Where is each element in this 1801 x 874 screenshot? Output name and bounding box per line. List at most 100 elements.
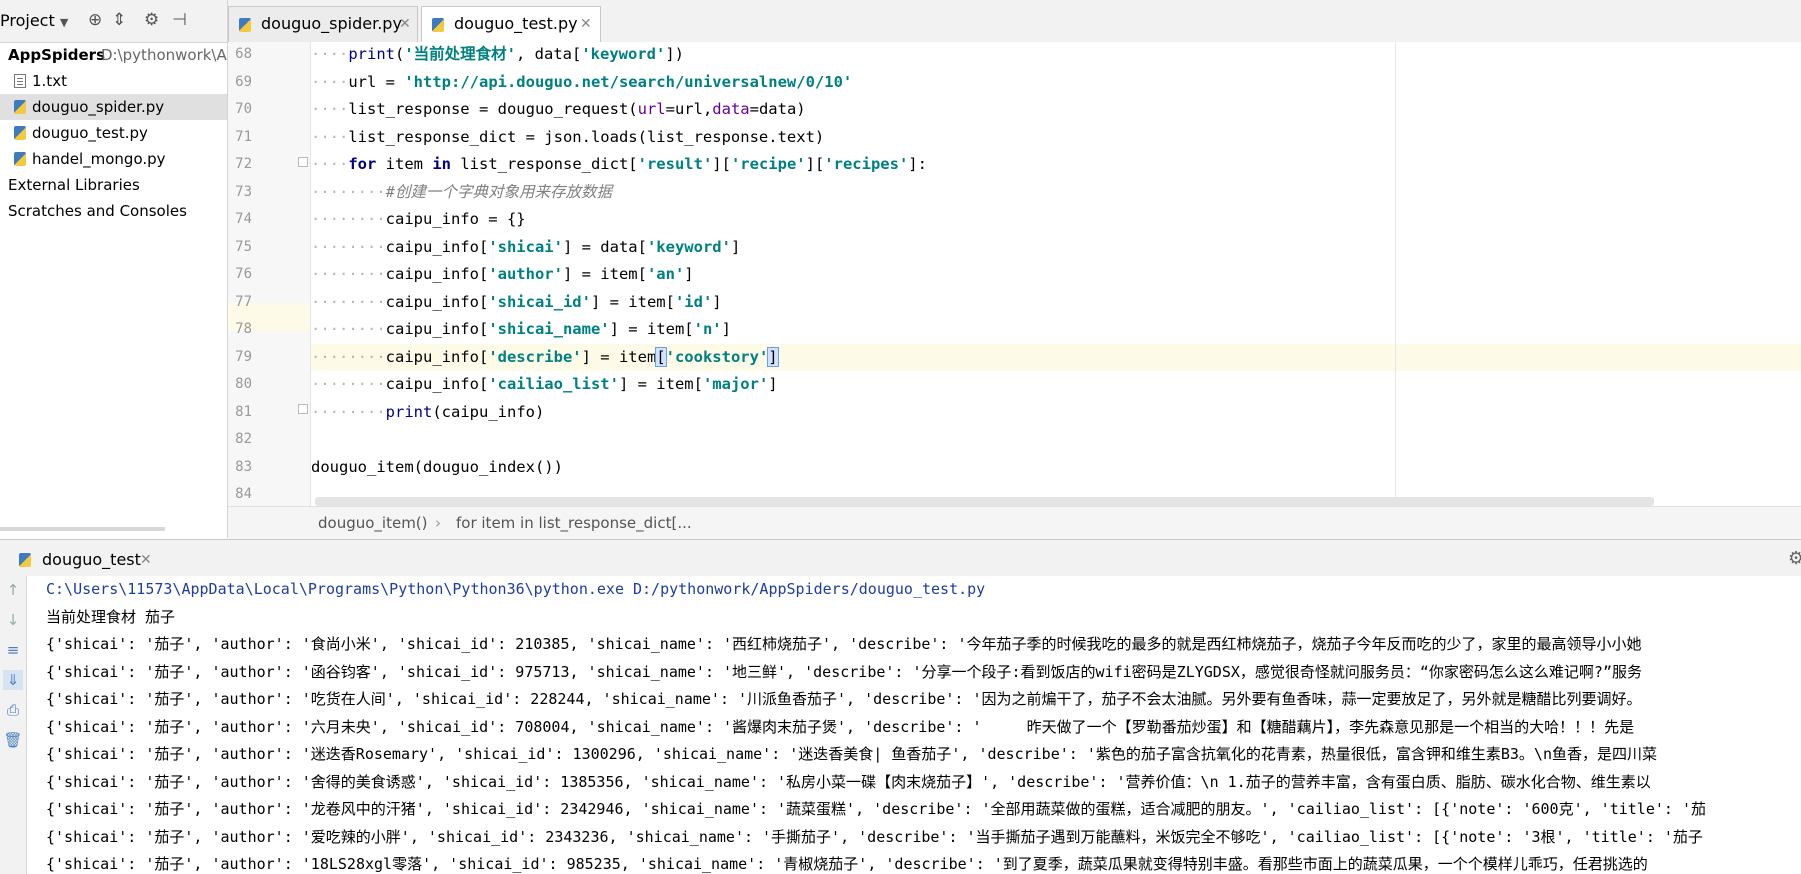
- fold-marker-icon[interactable]: [298, 404, 308, 414]
- line-number: 77: [235, 293, 252, 310]
- project-title: Project: [0, 11, 55, 30]
- line-number: 72: [235, 156, 252, 172]
- tree-item-label: Scratches and Consoles: [8, 202, 187, 220]
- run-panel-header: douguo_test ✕ ⚙: [0, 539, 1801, 577]
- matched-bracket: [: [655, 346, 667, 367]
- line-number: 75: [235, 238, 252, 255]
- gear-icon[interactable]: ⚙: [144, 10, 159, 30]
- line-number: 83: [235, 458, 252, 475]
- close-icon[interactable]: ✕: [399, 7, 411, 41]
- python-file-icon: [432, 18, 444, 32]
- code-line-73: ········#创建一个字典对象用来存放数据: [311, 182, 612, 201]
- collapse-all-icon[interactable]: ⇕: [112, 10, 126, 30]
- console-line: {'shicai': '茄子', 'author': '舍得的美食诱惑', 's…: [46, 772, 1651, 791]
- code-line-68: ····print('当前处理食材', data['keyword']): [311, 45, 685, 63]
- soft-wrap-icon[interactable]: ≡: [3, 640, 23, 660]
- text-file-icon: [14, 74, 26, 88]
- arrow-up-icon[interactable]: ↑: [3, 580, 23, 600]
- console-line: {'shicai': '茄子', 'author': '函谷钧客', 'shic…: [46, 662, 1642, 681]
- tree-root-appspiders[interactable]: AppSpiders D:\pythonwork\A: [0, 42, 227, 68]
- python-file-icon: [14, 126, 26, 140]
- project-panel-header: Project ▼ ⊕ ⇕ ⚙ ⊣: [0, 0, 227, 43]
- line-number: 82: [235, 431, 252, 447]
- print-icon[interactable]: ⎙: [3, 700, 23, 720]
- python-file-icon: [19, 553, 31, 567]
- line-number: 69: [235, 73, 252, 90]
- close-icon[interactable]: ✕: [140, 548, 152, 572]
- console-line: {'shicai': '茄子', 'author': '爱吃辣的小胖', 'sh…: [46, 827, 1703, 846]
- console-line: 当前处理食材 茄子: [46, 607, 176, 626]
- line-number: 81: [235, 403, 252, 420]
- project-panel: Project ▼ ⊕ ⇕ ⚙ ⊣ AppSpiders D:\pythonwo…: [0, 0, 228, 538]
- breadcrumb: douguo_item() › for item in list_respons…: [228, 506, 1801, 539]
- fold-marker-icon[interactable]: [298, 157, 308, 167]
- console-line: {'shicai': '茄子', 'author': '迷迭香Rosemary'…: [46, 745, 1657, 763]
- python-file-icon: [239, 18, 251, 32]
- console-line: C:\Users\11573\AppData\Local\Programs\Py…: [46, 580, 986, 598]
- gear-icon[interactable]: ⚙: [1788, 548, 1801, 569]
- console-line: {'shicai': '茄子', 'author': '食尚小米', 'shic…: [46, 635, 1642, 653]
- matched-bracket: ]: [767, 346, 779, 367]
- line-number: 74: [235, 211, 252, 227]
- code-line-79: ········caipu_info['describe'] = item['c…: [311, 343, 1801, 371]
- line-number: 71: [235, 128, 252, 145]
- run-tab-label: douguo_test: [42, 550, 141, 569]
- locate-icon[interactable]: ⊕: [88, 10, 102, 30]
- line-number-gutter: 68 69 70 71 72 73 74 75 76 77 78 79 80 8…: [228, 42, 311, 506]
- tree-item-douguo-test[interactable]: douguo_test.py: [0, 120, 227, 146]
- project-view-selector[interactable]: Project ▼: [0, 11, 68, 30]
- tab-douguo-spider[interactable]: douguo_spider.py ✕: [228, 6, 418, 42]
- right-margin-guide: [1395, 42, 1396, 506]
- code-line-74: ········caipu_info = {}: [311, 210, 526, 228]
- editor-tab-bar: douguo_spider.py ✕ douguo_test.py ✕: [228, 0, 1801, 43]
- code-editor[interactable]: ····print('当前处理食材', data['keyword']) ···…: [311, 42, 1801, 506]
- line-number: 68: [235, 46, 252, 62]
- code-line-69: ····url = 'http://api.douguo.net/search/…: [311, 72, 853, 91]
- tab-label: douguo_test.py: [454, 14, 578, 33]
- python-file-icon: [14, 152, 26, 166]
- scroll-to-end-icon[interactable]: ⇓: [3, 670, 23, 690]
- root-name: AppSpiders: [8, 46, 106, 64]
- project-tree: AppSpiders D:\pythonwork\A 1.txt douguo_…: [0, 42, 227, 224]
- console-output[interactable]: C:\Users\11573\AppData\Local\Programs\Py…: [27, 576, 1801, 874]
- tree-item-label: douguo_spider.py: [32, 98, 165, 116]
- tree-item-label: External Libraries: [8, 176, 140, 194]
- console-line: {'shicai': '茄子', 'author': '六月未央', 'shic…: [46, 717, 1635, 736]
- line-number: 73: [235, 183, 252, 200]
- chevron-down-icon: ▼: [59, 16, 69, 29]
- code-line-70: ····list_response = douguo_request(url=u…: [311, 100, 806, 118]
- tab-douguo-test[interactable]: douguo_test.py ✕: [421, 6, 601, 43]
- code-line-75: ········caipu_info['shicai'] = data['key…: [311, 237, 741, 256]
- code-line-72: ····for item in list_response_dict['resu…: [311, 155, 927, 173]
- tree-item-label: douguo_test.py: [32, 124, 148, 142]
- breadcrumb-item-function[interactable]: douguo_item(): [318, 507, 428, 539]
- tree-item-external-libraries[interactable]: External Libraries: [0, 172, 227, 198]
- close-icon[interactable]: ✕: [580, 7, 592, 41]
- line-number: 80: [235, 376, 252, 392]
- run-toolbar: ↑ ↓ ≡ ⇓ ⎙ 🗑: [0, 576, 27, 874]
- code-line-83: douguo_item(douguo_index()): [311, 457, 563, 476]
- tree-item-scratches[interactable]: Scratches and Consoles: [0, 198, 227, 224]
- hide-panel-icon[interactable]: ⊣: [172, 10, 187, 30]
- editor-horizontal-scrollbar[interactable]: [315, 497, 1654, 506]
- console-line: {'shicai': '茄子', 'author': '吃货在人间', 'shi…: [46, 690, 1642, 708]
- python-file-icon: [14, 100, 26, 114]
- trash-icon[interactable]: 🗑: [3, 730, 23, 750]
- tree-item-1-txt[interactable]: 1.txt: [0, 68, 227, 94]
- tab-label: douguo_spider.py: [261, 14, 402, 33]
- tree-item-handel-mongo[interactable]: handel_mongo.py: [0, 146, 227, 172]
- line-number: 84: [235, 486, 252, 502]
- chevron-right-icon: ›: [435, 514, 441, 532]
- console-line: {'shicai': '茄子', 'author': '龙卷风中的汗猪', 's…: [46, 800, 1706, 818]
- tree-item-douguo-spider[interactable]: douguo_spider.py: [0, 94, 227, 120]
- code-line-80: ········caipu_info['cailiao_list'] = ite…: [311, 375, 778, 393]
- line-number: 76: [235, 266, 252, 282]
- project-scrollbar[interactable]: [0, 527, 165, 531]
- code-line-78: ········caipu_info['shicai_name'] = item…: [311, 320, 731, 338]
- line-number: 78: [235, 321, 252, 337]
- arrow-down-icon[interactable]: ↓: [3, 610, 23, 630]
- tree-item-label: handel_mongo.py: [32, 150, 166, 168]
- breadcrumb-item-loop[interactable]: for item in list_response_dict[...: [456, 507, 692, 539]
- code-line-77: ········caipu_info['shicai_id'] = item['…: [311, 292, 722, 311]
